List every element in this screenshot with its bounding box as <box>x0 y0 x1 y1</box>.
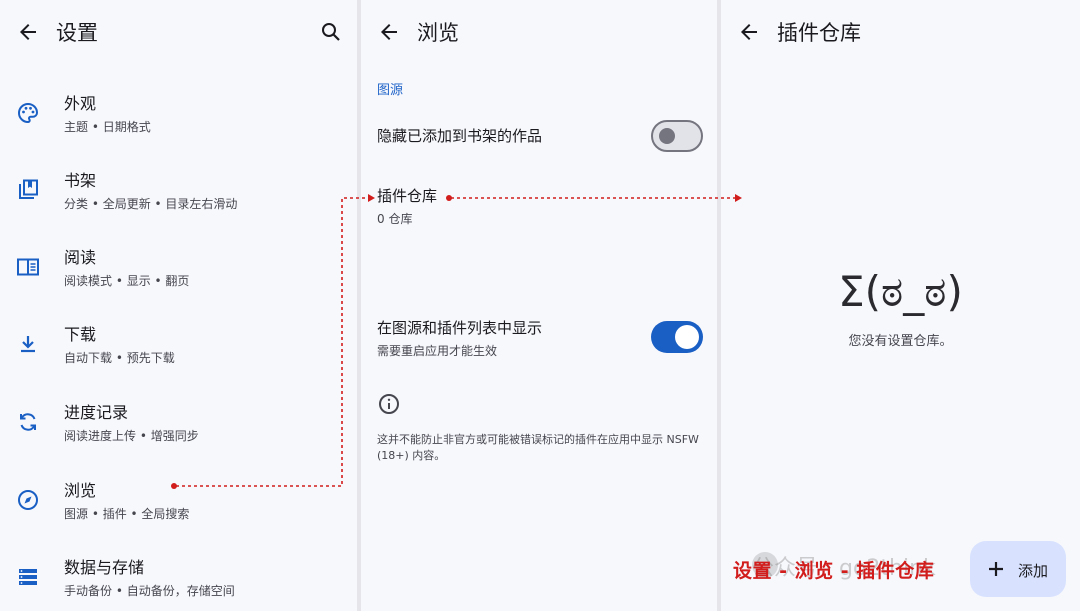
show-nsfw-toggle[interactable] <box>651 321 703 353</box>
settings-item-subtitle: 图源 • 插件 • 全局搜索 <box>64 507 190 521</box>
settings-item-downloads[interactable]: 下载 自动下载 • 预先下载 <box>0 310 357 380</box>
settings-item-data-storage[interactable]: 数据与存储 手动备份 • 自动备份，存储空间 <box>0 543 357 611</box>
plus-icon <box>989 562 1003 576</box>
back-arrow-icon[interactable] <box>377 20 401 44</box>
section-header-sources: 图源 <box>377 83 404 98</box>
page-title: 插件仓库 <box>777 21 861 45</box>
settings-item-subtitle: 阅读进度上传 • 增强同步 <box>64 429 199 443</box>
top-app-bar: 设置 <box>0 0 357 66</box>
back-arrow-icon[interactable] <box>16 20 40 44</box>
storage-icon <box>19 569 37 585</box>
settings-item-reader[interactable]: 阅读 阅读模式 • 显示 • 翻页 <box>0 233 357 303</box>
settings-item-title: 书架 <box>64 171 97 190</box>
settings-item-library[interactable]: 书架 分类 • 全局更新 • 目录左右滑动 <box>0 156 357 226</box>
add-button-label: 添加 <box>1018 562 1049 580</box>
top-app-bar: 插件仓库 <box>721 0 1080 66</box>
search-icon[interactable] <box>319 20 343 44</box>
settings-item-tracking[interactable]: 进度记录 阅读进度上传 • 增强同步 <box>0 388 357 458</box>
browse-panel: 浏览 图源 隐藏已添加到书架的作品 插件仓库 0 仓库 在图源和插件列表中显示 … <box>361 0 717 611</box>
page-title: 浏览 <box>417 21 459 45</box>
toggle-knob <box>659 128 675 144</box>
settings-item-title: 外观 <box>64 94 97 113</box>
settings-item-title: 数据与存储 <box>64 558 145 577</box>
settings-item-title: 进度记录 <box>64 403 129 422</box>
settings-item-subtitle: 分类 • 全局更新 • 目录左右滑动 <box>64 197 238 211</box>
row-subtitle: 需要重启应用才能生效 <box>377 344 498 358</box>
settings-item-subtitle: 自动下载 • 预先下载 <box>64 351 175 365</box>
settings-item-title: 浏览 <box>64 481 97 500</box>
row-title: 插件仓库 <box>377 187 438 205</box>
hide-in-library-toggle[interactable] <box>651 120 703 152</box>
empty-state-face: Σ(ಠ_ಠ) <box>838 267 963 316</box>
back-arrow-icon[interactable] <box>737 20 761 44</box>
row-subtitle: 0 仓库 <box>377 212 413 226</box>
settings-item-title: 阅读 <box>64 248 97 267</box>
settings-item-subtitle: 手动备份 • 自动备份，存储空间 <box>64 584 235 598</box>
info-icon <box>379 394 399 414</box>
page-title: 设置 <box>56 21 98 45</box>
info-text: 这并不能防止非官方或可能被错误标记的插件在应用中显示 NSFW (18+) 内容… <box>377 433 699 462</box>
sync-icon <box>20 413 36 431</box>
library-icon <box>19 179 38 199</box>
settings-item-appearance[interactable]: 外观 主题 • 日期格式 <box>0 79 357 149</box>
extension-repos-panel: 插件仓库 Σ(ಠ_ಠ) 您没有设置仓库。 添加 <box>721 0 1080 611</box>
download-icon <box>21 336 35 353</box>
settings-item-title: 下载 <box>64 325 97 344</box>
top-app-bar: 浏览 <box>361 0 717 66</box>
settings-item-subtitle: 阅读模式 • 显示 • 翻页 <box>64 274 190 288</box>
settings-item-browse[interactable]: 浏览 图源 • 插件 • 全局搜索 <box>0 466 357 536</box>
annotation-caption: 设置 - 浏览 - 插件仓库 <box>733 560 935 582</box>
toggle-knob <box>675 325 699 349</box>
compass-icon <box>18 490 38 510</box>
add-repo-button[interactable]: 添加 <box>970 541 1066 597</box>
row-title: 隐藏已添加到书架的作品 <box>377 127 543 145</box>
palette-icon <box>18 102 39 124</box>
empty-state-message: 您没有设置仓库。 <box>848 334 953 349</box>
settings-item-subtitle: 主题 • 日期格式 <box>64 120 151 134</box>
row-title: 在图源和插件列表中显示 <box>377 319 543 337</box>
settings-panel: 设置 外观 主题 • 日期格式 书架 分类 • 全局更新 • 目录左右滑动 阅读… <box>0 0 357 611</box>
reader-icon <box>17 258 39 276</box>
